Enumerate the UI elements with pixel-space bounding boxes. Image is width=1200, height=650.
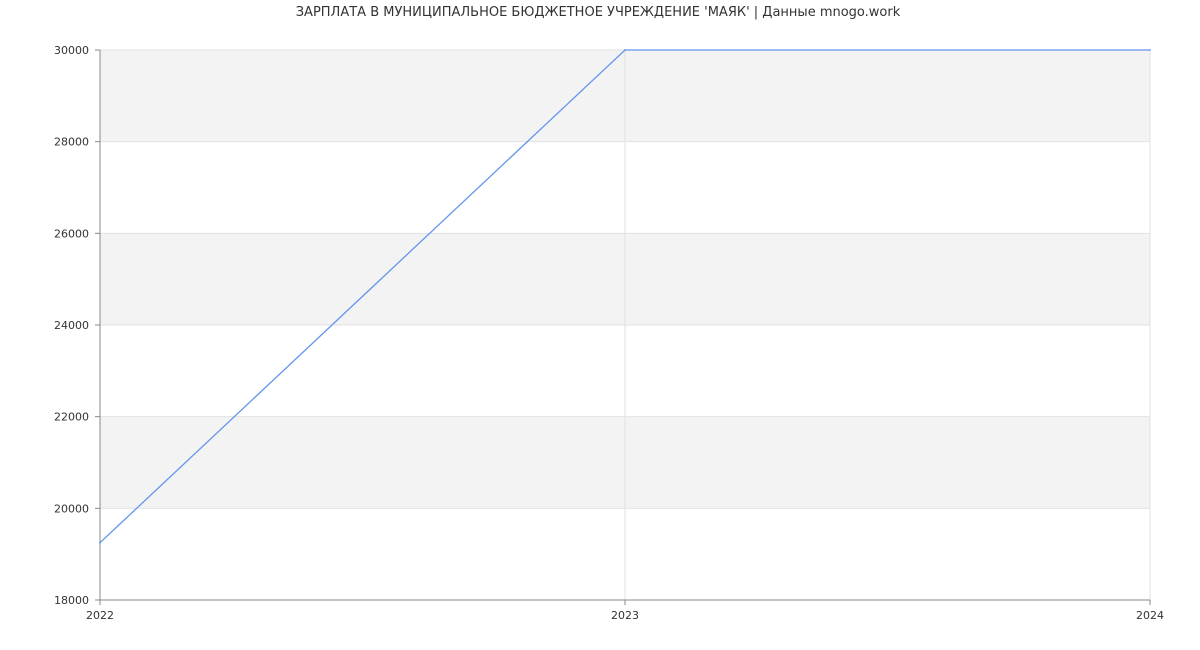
- y-tick-label: 24000: [54, 319, 89, 332]
- x-tick-label: 2023: [611, 609, 639, 622]
- y-tick-label: 28000: [54, 136, 89, 149]
- data-point: [99, 541, 101, 544]
- y-tick-label: 30000: [54, 44, 89, 57]
- x-tick-label: 2022: [86, 609, 114, 622]
- x-tick-label: 2024: [1136, 609, 1164, 622]
- y-tick-label: 18000: [54, 594, 89, 607]
- data-point: [624, 49, 626, 51]
- y-tick-label: 22000: [54, 411, 89, 424]
- data-point: [1149, 49, 1151, 51]
- y-tick-label: 20000: [54, 502, 89, 515]
- x-axis-ticks: 2022 2023 2024: [86, 600, 1164, 622]
- chart-title: ЗАРПЛАТА В МУНИЦИПАЛЬНОЕ БЮДЖЕТНОЕ УЧРЕЖ…: [296, 5, 901, 20]
- salary-line-chart: ЗАРПЛАТА В МУНИЦИПАЛЬНОЕ БЮДЖЕТНОЕ УЧРЕЖ…: [54, 5, 1164, 622]
- y-tick-label: 26000: [54, 227, 89, 240]
- y-axis-ticks: 18000 20000 22000 24000 26000 28000 30000: [54, 44, 100, 607]
